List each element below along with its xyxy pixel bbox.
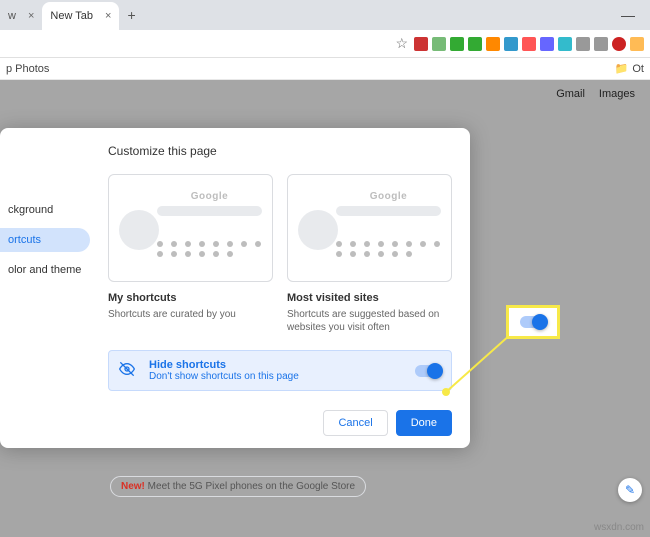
google-logo: Google — [336, 191, 441, 202]
extension-icon[interactable] — [630, 37, 644, 51]
window-minimize-icon[interactable]: — — [621, 7, 635, 23]
bookmarks-bar: p Photos 📁 Ot — [0, 58, 650, 80]
promo-new-label: New! — [121, 481, 145, 492]
bookmark-item[interactable]: p Photos — [6, 63, 49, 75]
eye-off-icon — [119, 361, 139, 380]
dialog-title: Customize this page — [108, 144, 452, 158]
option-most-visited[interactable]: Google Most visited sites Shortcuts are … — [287, 174, 452, 334]
address-bar: ☆ — [0, 30, 650, 58]
option-desc: Shortcuts are suggested based on website… — [287, 308, 452, 334]
shortcut-dots — [157, 241, 262, 257]
extension-icon[interactable] — [558, 37, 572, 51]
close-icon[interactable]: × — [105, 10, 111, 22]
extension-icon[interactable] — [540, 37, 554, 51]
promo-text: Meet the 5G Pixel phones on the Google S… — [145, 481, 355, 492]
hide-shortcuts-toggle[interactable] — [415, 365, 441, 377]
sidebar-item-shortcuts[interactable]: ortcuts — [0, 228, 90, 252]
watermark: wsxdn.com — [594, 522, 644, 533]
sidebar-item-color-theme[interactable]: olor and theme — [0, 258, 90, 282]
dialog-sidebar: ckground ortcuts olor and theme — [0, 128, 90, 448]
person-icon — [119, 210, 159, 250]
promo-chip[interactable]: New! Meet the 5G Pixel phones on the Goo… — [110, 476, 366, 497]
hide-shortcuts-row: Hide shortcuts Don't show shortcuts on t… — [108, 350, 452, 391]
customize-fab[interactable]: ✎ — [618, 478, 642, 502]
shortcut-dots — [336, 241, 441, 257]
tab-title: w — [8, 10, 16, 22]
extension-icon[interactable] — [576, 37, 590, 51]
browser-tab[interactable]: w × — [0, 2, 42, 30]
extension-icon[interactable] — [504, 37, 518, 51]
done-button[interactable]: Done — [396, 410, 452, 436]
hide-shortcuts-desc: Don't show shortcuts on this page — [149, 371, 299, 382]
toggle-preview — [520, 316, 546, 328]
cancel-button[interactable]: Cancel — [323, 410, 387, 436]
extension-icon[interactable] — [486, 37, 500, 51]
callout-highlight — [506, 305, 560, 339]
folder-icon: 📁 — [615, 62, 629, 75]
extension-icon[interactable] — [432, 37, 446, 51]
google-logo: Google — [157, 191, 262, 202]
extension-icon[interactable] — [594, 37, 608, 51]
extension-icon[interactable] — [414, 37, 428, 51]
extension-icons — [414, 37, 644, 51]
extension-icon[interactable] — [450, 37, 464, 51]
option-title: Most visited sites — [287, 292, 452, 304]
customize-dialog: ckground ortcuts olor and theme Customiz… — [0, 128, 470, 448]
pencil-icon: ✎ — [625, 483, 635, 497]
new-tab-button[interactable]: + — [127, 7, 135, 23]
option-title: My shortcuts — [108, 292, 273, 304]
search-bar-preview — [336, 206, 441, 216]
browser-tab-active[interactable]: New Tab × — [42, 2, 119, 30]
browser-tab-strip: w × New Tab × + — — [0, 0, 650, 30]
option-desc: Shortcuts are curated by you — [108, 308, 273, 321]
bookmark-star-icon[interactable]: ☆ — [395, 35, 408, 52]
extension-icon[interactable] — [468, 37, 482, 51]
bookmark-item[interactable]: Ot — [632, 63, 644, 75]
tab-title: New Tab — [50, 10, 93, 22]
hide-shortcuts-title: Hide shortcuts — [149, 359, 299, 371]
globe-icon — [298, 210, 338, 250]
option-my-shortcuts[interactable]: Google My shortcuts Shortcuts are curate… — [108, 174, 273, 334]
close-icon[interactable]: × — [28, 10, 34, 22]
extension-icon[interactable] — [522, 37, 536, 51]
sidebar-item-background[interactable]: ckground — [0, 198, 90, 222]
extension-icon[interactable] — [612, 37, 626, 51]
search-bar-preview — [157, 206, 262, 216]
